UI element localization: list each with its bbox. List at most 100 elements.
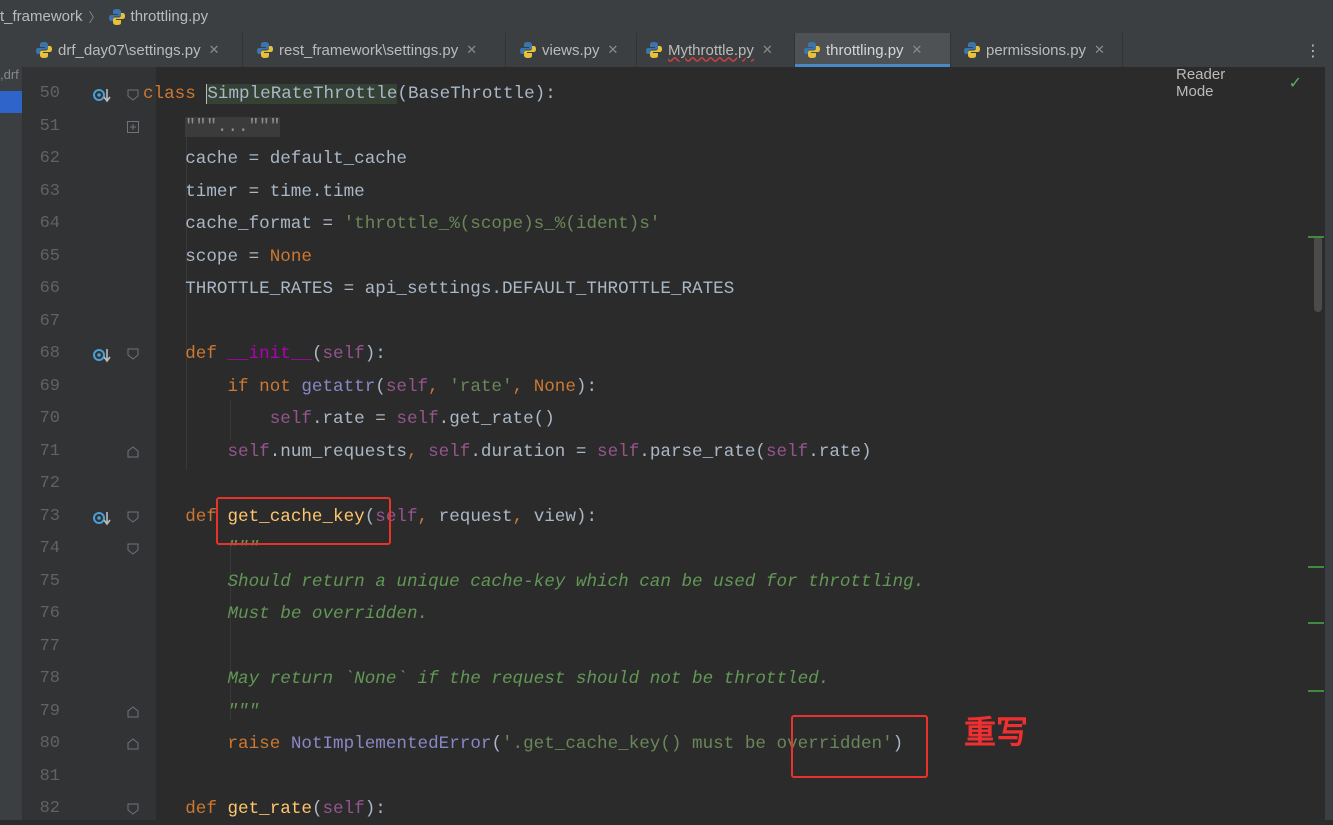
code-text[interactable]: class SimpleRateThrottle(BaseThrottle): — [143, 78, 556, 110]
code-line[interactable]: 79 """ — [0, 696, 1312, 728]
fold-marker-icon[interactable] — [127, 89, 139, 101]
fold-marker-icon[interactable] — [127, 803, 139, 815]
reader-mode-toggle[interactable]: Reader Mode ✓ — [1150, 66, 1302, 100]
code-line[interactable]: 50 class SimpleRateThrottle(BaseThrottle)… — [0, 78, 1312, 110]
code-text[interactable]: """...""" — [143, 111, 281, 143]
line-number[interactable]: 81 — [23, 761, 60, 793]
code-line[interactable]: 81 — [0, 761, 1312, 793]
code-text[interactable]: self.num_requests, self.duration = self.… — [143, 436, 871, 468]
line-number[interactable]: 64 — [23, 208, 60, 240]
code-line[interactable]: 64 cache_format = 'throttle_%(scope)s_%(… — [0, 208, 1312, 240]
code-line[interactable]: 78 May return `None` if the request shou… — [0, 663, 1312, 695]
code-text[interactable]: timer = time.time — [143, 176, 365, 208]
code-token: Must be overridden. — [227, 604, 429, 624]
tab-permissions[interactable]: permissions.py ✕ — [955, 33, 1123, 67]
code-text[interactable]: THROTTLE_RATES = api_settings.DEFAULT_TH… — [143, 273, 734, 305]
line-number[interactable]: 51 — [23, 111, 60, 143]
code-text[interactable]: self.rate = self.get_rate() — [143, 403, 555, 435]
fold-marker-icon[interactable] — [127, 511, 139, 523]
code-text[interactable]: cache = default_cache — [143, 143, 407, 175]
line-number[interactable]: 71 — [23, 436, 60, 468]
scrollbar-thumb[interactable] — [1314, 236, 1322, 312]
code-line[interactable]: 80 raise NotImplementedError('.get_cache… — [0, 728, 1312, 760]
close-icon[interactable]: ✕ — [209, 42, 220, 58]
line-number[interactable]: 77 — [23, 631, 60, 663]
line-number[interactable]: 50 — [23, 78, 60, 110]
code-line[interactable]: 77 — [0, 631, 1312, 663]
close-icon[interactable]: ✕ — [912, 42, 923, 58]
expand-icon[interactable] — [127, 121, 139, 133]
code-text[interactable]: scope = None — [143, 241, 312, 273]
line-number[interactable]: 73 — [23, 501, 60, 533]
code-line[interactable]: 72 — [0, 468, 1312, 500]
code-line[interactable]: 82 def get_rate(self): — [0, 793, 1312, 825]
line-number[interactable]: 68 — [23, 338, 60, 370]
fold-end-icon[interactable] — [127, 738, 139, 750]
code-text[interactable]: """ — [143, 696, 259, 728]
line-number[interactable]: 66 — [23, 273, 60, 305]
line-number[interactable]: 82 — [23, 793, 60, 825]
code-text[interactable]: cache_format = 'throttle_%(scope)s_%(ide… — [143, 208, 660, 240]
fold-marker-icon[interactable] — [127, 348, 139, 360]
close-icon[interactable]: ✕ — [1094, 42, 1105, 58]
code-text[interactable]: May return `None` if the request should … — [143, 663, 829, 695]
breadcrumb-folder-label: t_framework — [0, 8, 83, 25]
line-number[interactable]: 78 — [23, 663, 60, 695]
overriding-method-icon[interactable] — [92, 86, 112, 106]
code-line[interactable]: 65 scope = None — [0, 241, 1312, 273]
code-line[interactable]: 76 Must be overridden. — [0, 598, 1312, 630]
tab-throttling[interactable]: throttling.py ✕ — [795, 33, 951, 67]
tab-views[interactable]: views.py ✕ — [511, 33, 637, 67]
code-line[interactable]: 66 THROTTLE_RATES = api_settings.DEFAULT… — [0, 273, 1312, 305]
fold-marker-icon[interactable] — [127, 543, 139, 555]
code-line[interactable]: 68 def __init__(self): — [0, 338, 1312, 370]
code-token: self — [385, 377, 429, 397]
code-line[interactable]: 71 self.num_requests, self.duration = se… — [0, 436, 1312, 468]
reader-mode-label: Reader Mode — [1176, 66, 1226, 100]
close-icon[interactable]: ✕ — [608, 42, 619, 58]
code-line[interactable]: 51 """...""" — [0, 111, 1312, 143]
breadcrumb-item-file[interactable]: throttling.py — [108, 8, 208, 26]
line-number[interactable]: 70 — [23, 403, 60, 435]
code-line[interactable]: 69 if not getattr(self, 'rate', None): — [0, 371, 1312, 403]
line-number[interactable]: 80 — [23, 728, 60, 760]
code-text[interactable]: Should return a unique cache-key which c… — [143, 566, 924, 598]
line-number[interactable]: 67 — [23, 306, 60, 338]
code-token: .duration = — [470, 442, 598, 462]
tab-mythrottle[interactable]: Mythrottle.py ✕ — [637, 33, 795, 67]
line-number[interactable]: 76 — [23, 598, 60, 630]
fold-end-icon[interactable] — [127, 706, 139, 718]
close-icon[interactable]: ✕ — [466, 42, 477, 58]
tab-drf-day07-settings[interactable]: drf_day07\settings.py ✕ — [27, 33, 243, 67]
overriding-method-icon[interactable] — [92, 346, 112, 366]
code-line[interactable]: 70 self.rate = self.get_rate() — [0, 403, 1312, 435]
overriding-method-icon[interactable] — [92, 509, 112, 529]
code-line[interactable]: 67 — [0, 306, 1312, 338]
line-number[interactable]: 75 — [23, 566, 60, 598]
line-number[interactable]: 69 — [23, 371, 60, 403]
python-file-icon — [36, 42, 52, 58]
code-text[interactable]: if not getattr(self, 'rate', None): — [143, 371, 597, 403]
code-text[interactable]: Must be overridden. — [143, 598, 428, 630]
line-number[interactable]: 63 — [23, 176, 60, 208]
code-line[interactable]: 63 timer = time.time — [0, 176, 1312, 208]
breadcrumb-item-folder[interactable]: t_framework — [0, 8, 83, 25]
python-file-icon — [257, 42, 273, 58]
line-number[interactable]: 74 — [23, 533, 60, 565]
fold-end-icon[interactable] — [127, 446, 139, 458]
code-line[interactable]: 75 Should return a unique cache-key whic… — [0, 566, 1312, 598]
tab-rest-framework-settings[interactable]: rest_framework\settings.py ✕ — [248, 33, 506, 67]
more-vertical-icon[interactable]: ⋮ — [1305, 41, 1321, 61]
code-line[interactable]: 74 """ — [0, 533, 1312, 565]
close-icon[interactable]: ✕ — [762, 42, 773, 58]
code-text[interactable]: def get_rate(self): — [143, 793, 386, 825]
line-number[interactable]: 62 — [23, 143, 60, 175]
code-line[interactable]: 73 def get_cache_key(self, request, view… — [0, 501, 1312, 533]
code-text[interactable]: raise NotImplementedError('.get_cache_ke… — [143, 728, 903, 760]
line-number[interactable]: 79 — [23, 696, 60, 728]
code-line[interactable]: 62 cache = default_cache — [0, 143, 1312, 175]
line-number[interactable]: 65 — [23, 241, 60, 273]
line-number[interactable]: 72 — [23, 468, 60, 500]
code-text[interactable]: def __init__(self): — [143, 338, 386, 370]
